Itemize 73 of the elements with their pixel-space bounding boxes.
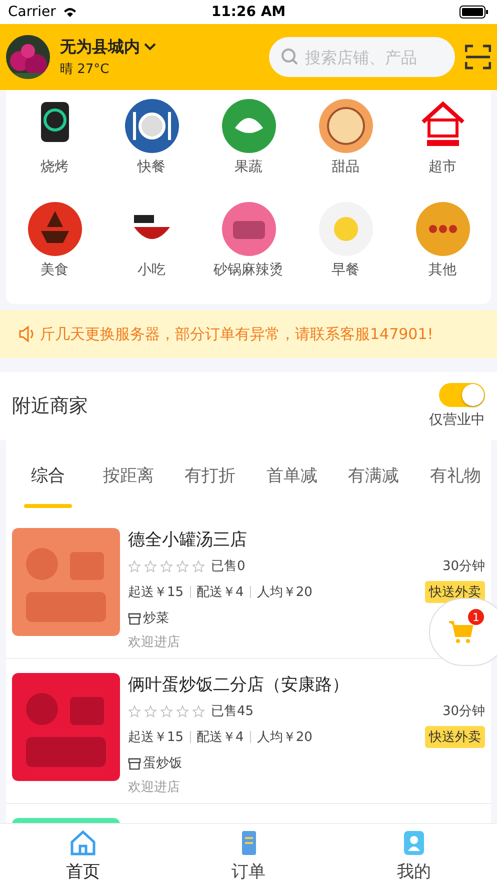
store-category: 炒菜 — [143, 610, 169, 627]
category-item[interactable]: 砂锅麻辣烫 — [200, 201, 297, 297]
tab-bar-item[interactable]: 订单 — [166, 824, 332, 883]
store-row[interactable]: 俩叶蛋炒饭二分店（安康路） 已售45 30分钟 起送￥15 配送￥4 人均￥20 快送外卖 蛋炒饭 欢迎进店 — [6, 659, 491, 804]
category-item[interactable]: 果蔬 — [200, 98, 297, 194]
delivery-fee: 配送￥4 — [196, 584, 244, 601]
cart-icon — [448, 620, 474, 644]
star-icon — [160, 704, 173, 718]
star-icon — [176, 704, 189, 718]
plate-icon — [124, 98, 180, 154]
category-item[interactable]: 甜品 — [297, 98, 394, 194]
filter-tab[interactable]: 有礼物 — [430, 440, 481, 508]
sold-count: 已售0 — [211, 558, 246, 575]
delivery-time: 30分钟 — [442, 558, 485, 575]
filter-tab[interactable]: 有满减 — [348, 440, 400, 508]
switch-label: 仅营业中 — [429, 411, 485, 429]
store-icon — [128, 612, 141, 624]
sun-icon — [318, 201, 374, 257]
category-item[interactable]: 烧烤 — [6, 98, 103, 194]
weather-text: 晴 27°C — [60, 60, 110, 78]
star-icon — [160, 560, 173, 572]
star-icon — [176, 560, 189, 572]
minimum-order: 起送￥15 — [128, 584, 184, 601]
cart-count: 1 — [468, 609, 484, 625]
dots-icon — [414, 201, 470, 257]
delivery-tag: 快送外卖 — [425, 581, 485, 603]
store-icon — [128, 756, 141, 770]
section-title: 附近商家 — [12, 394, 88, 419]
store-slogan: 欢迎进店 — [128, 779, 181, 796]
category-item[interactable]: 早餐 — [297, 201, 394, 297]
average-price: 人均￥20 — [256, 584, 312, 601]
search-field[interactable]: 搜索店铺、产品 — [269, 37, 455, 77]
wifi-icon — [62, 6, 78, 18]
clock: 11:26 AM — [211, 4, 286, 20]
filter-tab[interactable]: 有打折 — [184, 440, 236, 508]
notice-text: 斤几天更换服务器，部分订单有异常，请联系客服147901! — [40, 324, 434, 344]
store-name: 德全小罐汤三店 — [128, 529, 248, 551]
seal-icon — [318, 98, 374, 154]
star-icon — [192, 704, 205, 718]
star-icon — [144, 704, 157, 718]
speaker-icon — [18, 325, 36, 343]
scan-icon[interactable] — [465, 44, 491, 70]
pot-icon — [220, 201, 276, 257]
tab-bar-item[interactable]: 我的 — [331, 824, 497, 883]
average-price: 人均￥20 — [256, 729, 312, 746]
filter-tab[interactable]: 首单减 — [266, 440, 318, 508]
star-icon — [192, 560, 205, 572]
store-category: 蛋炒饭 — [143, 755, 182, 772]
category-item[interactable]: 其他 — [394, 201, 491, 297]
carrier-name: Carrier — [8, 4, 56, 20]
sold-count: 已售45 — [211, 703, 254, 720]
search-icon — [281, 48, 299, 66]
leaf-icon — [220, 98, 276, 154]
star-icon — [128, 704, 141, 718]
store-name: 俩叶蛋炒饭二分店（安康路） — [128, 674, 350, 696]
filter-tab[interactable]: 按距离 — [102, 440, 154, 508]
filter-tab[interactable]: 综合 — [24, 440, 72, 508]
delivery-tag: 快送外卖 — [425, 726, 485, 748]
delivery-fee: 配送￥4 — [196, 729, 244, 746]
delivery-time: 30分钟 — [442, 703, 485, 720]
open-only-switch[interactable] — [439, 383, 485, 407]
category-item[interactable]: 超市 — [394, 98, 491, 194]
minimum-order: 起送￥15 — [128, 729, 184, 746]
chevron-down-icon — [144, 43, 156, 51]
location-selector[interactable]: 无为县城内 — [60, 36, 259, 58]
category-item[interactable]: 美食 — [6, 201, 103, 297]
battery-icon — [459, 5, 489, 19]
category-item[interactable]: 快餐 — [103, 98, 200, 194]
star-icon — [144, 560, 157, 572]
category-item[interactable]: 小吃 — [103, 201, 200, 297]
star-icon — [128, 560, 141, 572]
tab-bar-item[interactable]: 首页 — [0, 824, 166, 883]
store-slogan: 欢迎进店 — [128, 634, 181, 651]
